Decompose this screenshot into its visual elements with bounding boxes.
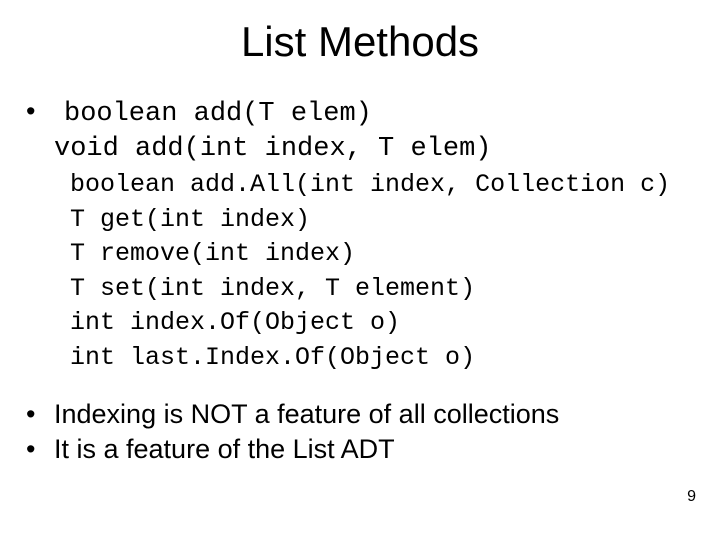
list-item: Indexing is NOT a feature of all collect… (20, 397, 700, 432)
page-title: List Methods (20, 18, 700, 66)
bullet-list-top: boolean add(T elem) (20, 94, 700, 132)
slide: List Methods boolean add(T elem) void ad… (0, 0, 720, 540)
code-line: T remove(int index) (70, 237, 700, 272)
code-line: boolean add(T elem) (64, 99, 372, 129)
list-item: It is a feature of the List ADT (20, 432, 700, 467)
page-number: 9 (687, 488, 696, 506)
code-line: int index.Of(Object o) (70, 306, 700, 341)
code-line: boolean add.All(int index, Collection c) (70, 168, 700, 203)
spacer (20, 375, 700, 385)
code-line: T set(int index, T element) (70, 272, 700, 307)
bullet-list-bottom: Indexing is NOT a feature of all collect… (20, 397, 700, 466)
code-line: void add(int index, T elem) (54, 132, 700, 167)
code-line: int last.Index.Of(Object o) (70, 341, 700, 376)
bullet-text: It is a feature of the List ADT (54, 434, 395, 464)
bullet-text: Indexing is NOT a feature of all collect… (54, 399, 559, 429)
code-block: boolean add.All(int index, Collection c)… (70, 168, 700, 375)
list-item: boolean add(T elem) (20, 94, 700, 132)
code-line: T get(int index) (70, 203, 700, 238)
